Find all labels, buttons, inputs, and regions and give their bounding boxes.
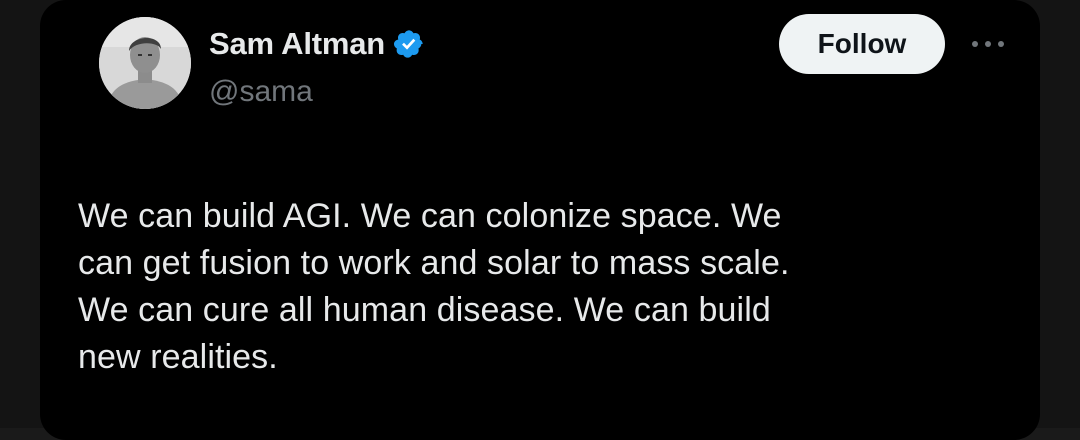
display-name[interactable]: Sam Altman — [209, 24, 425, 64]
follow-button[interactable]: Follow — [779, 14, 945, 74]
more-options-icon[interactable] — [966, 34, 1010, 54]
profile-photo-icon — [99, 17, 191, 109]
user-handle[interactable]: @sama — [209, 74, 313, 110]
verified-badge-icon — [393, 28, 425, 60]
avatar[interactable] — [99, 17, 191, 109]
tweet-text: We can build AGI. We can colonize space.… — [78, 197, 790, 376]
screenshot-frame: Sam Altman @sama Follow We can build AGI… — [0, 0, 1080, 440]
display-name-text: Sam Altman — [209, 26, 386, 61]
